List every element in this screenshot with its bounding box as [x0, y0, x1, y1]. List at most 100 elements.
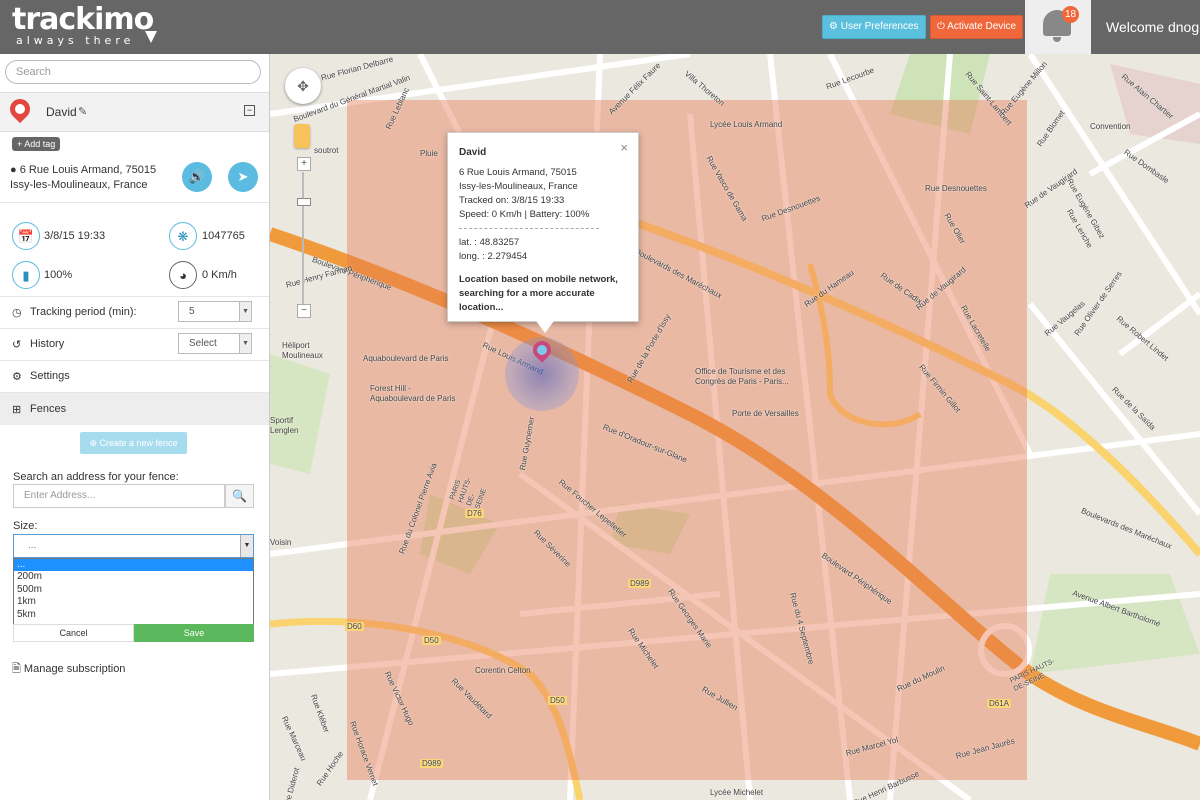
document-icon: 🗎 [12, 663, 21, 675]
cancel-button[interactable]: Cancel [13, 624, 134, 642]
map-view[interactable]: Boulevard du Général Martial Valin Boule… [270, 54, 1200, 800]
zoom-in-button[interactable]: + [297, 157, 311, 171]
map-label: Porte de Versailles [732, 409, 799, 418]
sound-button[interactable]: 🔊 [182, 162, 212, 192]
map-label: Héliport Moulineaux [282, 341, 323, 360]
popup-lat: lat. : 48.83257 [459, 237, 520, 248]
wrench-icon: ⚙ [829, 21, 838, 32]
volume-icon: 🔊 [188, 169, 206, 184]
popup-warning: Location based on mobile network, search… [459, 274, 618, 313]
map-label: Pluie [420, 149, 438, 158]
map-label: D50 [548, 696, 567, 705]
create-fence-button[interactable]: ⊕ Create a new fence [80, 432, 187, 454]
tracking-period-label: Tracking period (min): [30, 306, 137, 318]
chevron-down-icon: ▼ [240, 535, 253, 557]
device-header[interactable]: David ✎ − [0, 92, 269, 132]
fences-header[interactable]: ⊞ Fences [0, 393, 269, 425]
manage-subscription-label: Manage subscription [23, 663, 126, 675]
search-input[interactable]: Search [5, 60, 261, 84]
fence-address-placeholder: Enter Address... [24, 490, 96, 501]
map-label: Office de Tourisme et des Congrès de Par… [695, 367, 789, 386]
popup-address-line1: 6 Rue Louis Armand, 75015 [459, 167, 577, 178]
logo-triangle-icon [145, 31, 158, 43]
fence-search-button[interactable]: 🔍 [225, 484, 254, 508]
top-bar: trackimo always there ⚙ User Preferences… [0, 0, 1200, 54]
manage-subscription-link[interactable]: 🗎 Manage subscription [12, 660, 125, 679]
popup-speed-battery: Speed: 0 Km/h | Battery: 100% [459, 209, 590, 220]
popup-tracked-on: Tracked on: 3/8/15 19:33 [459, 195, 565, 206]
user-preferences-label: User Preferences [840, 21, 919, 32]
tracked-datetime: 3/8/15 19:33 [44, 230, 106, 242]
history-value: Select [189, 338, 217, 349]
pan-arrows-icon: ✥ [297, 78, 309, 94]
collapse-icon[interactable]: − [244, 105, 255, 116]
size-option[interactable]: 5km [14, 609, 253, 621]
welcome-text: Welcome dnogue [1106, 19, 1200, 35]
address-line1: 6 Rue Louis Armand, 75015 [19, 164, 157, 176]
size-option[interactable]: 1km [14, 596, 253, 608]
device-info-popup: × David 6 Rue Louis Armand, 75015 Issy-l… [447, 132, 639, 333]
popup-address-line2: Issy-les-Moulineaux, France [459, 181, 578, 192]
popup-divider [459, 228, 599, 229]
history-row: ↺ History Select ▼ [0, 328, 269, 361]
save-button[interactable]: Save [134, 624, 254, 642]
map-label: Aquaboulevard de Paris [363, 354, 449, 363]
tracking-period-row: ◷ Tracking period (min): 5 ▼ [0, 296, 269, 329]
clock-icon: ◷ [12, 307, 22, 319]
tracking-period-value: 5 [189, 306, 195, 317]
add-tag-button[interactable]: + Add tag [12, 137, 61, 151]
map-label: D989 [628, 579, 652, 588]
zoom-out-button[interactable]: − [297, 304, 311, 318]
logo-tagline: always there [16, 34, 135, 47]
street-view-pegman-icon[interactable] [294, 124, 310, 148]
zoom-slider-thumb[interactable] [297, 198, 311, 206]
cogs-icon: ⚙ [12, 371, 22, 383]
power-icon: ⏻ [937, 21, 945, 32]
map-label: D989 [420, 759, 444, 768]
map-label: D61A [987, 699, 1012, 708]
battery-icon: ▮ [12, 261, 40, 289]
map-label: Lycée Michelet [710, 788, 764, 797]
edit-icon[interactable]: ✎ [78, 105, 87, 118]
map-label: Lycée Louis Armand [710, 120, 783, 129]
chevron-down-icon: ▼ [239, 334, 251, 353]
trackimo-logo[interactable]: trackimo always there [12, 5, 158, 47]
navigate-button[interactable]: ➤ [228, 162, 258, 192]
activate-device-label: Activate Device [947, 21, 1017, 32]
settings-row[interactable]: ⚙ Settings [0, 360, 269, 393]
tracking-period-select[interactable]: 5 ▼ [178, 301, 252, 322]
device-id: 1047765 [202, 230, 245, 242]
size-select[interactable]: ... ▼ [13, 534, 254, 558]
zoom-slider-track[interactable] [302, 172, 304, 308]
activate-device-button[interactable]: ⏻ Activate Device [930, 15, 1024, 39]
map-label: Voisin [270, 538, 292, 547]
create-fence-label: Create a new fence [99, 438, 178, 448]
history-select[interactable]: Select ▼ [178, 333, 252, 354]
crop-icon: ⊞ [12, 404, 22, 416]
device-name: David [46, 105, 77, 119]
fences-label: Fences [30, 403, 67, 415]
device-address: ● 6 Rue Louis Armand, 75015 Issy-les-Mou… [10, 163, 170, 193]
address-line2: Issy-les-Moulineaux, France [10, 179, 148, 191]
notification-badge: 18 [1062, 6, 1079, 23]
user-preferences-button[interactable]: ⚙ User Preferences [822, 15, 926, 39]
sidebar: Search David ✎ − + Add tag ● 6 Rue Louis… [0, 54, 270, 800]
map-label: D50 [422, 636, 441, 645]
fence-address-label: Search an address for your fence: [13, 471, 179, 483]
fence-address-input[interactable]: Enter Address... [13, 484, 225, 508]
size-option[interactable]: ... [14, 559, 253, 572]
notifications-button[interactable]: 18 [1025, 0, 1091, 54]
pan-control[interactable]: ✥ [285, 68, 321, 104]
search-placeholder: Search [16, 66, 51, 78]
size-option[interactable]: 500m [14, 584, 253, 596]
speed-value: 0 Km/h [202, 269, 237, 281]
history-label: History [30, 338, 65, 350]
location-arrow-icon: ➤ [237, 169, 249, 184]
map-label: Forest Hill - Aquaboulevard de Paris [370, 384, 456, 403]
calendar-icon: 📅 [12, 222, 40, 250]
size-dropdown: ... 200m 500m 1km 5km [13, 558, 254, 625]
map-marker-icon: ● [10, 164, 17, 176]
close-icon[interactable]: × [620, 140, 628, 155]
map-label: D76 [465, 509, 484, 518]
size-option[interactable]: 200m [14, 571, 253, 583]
